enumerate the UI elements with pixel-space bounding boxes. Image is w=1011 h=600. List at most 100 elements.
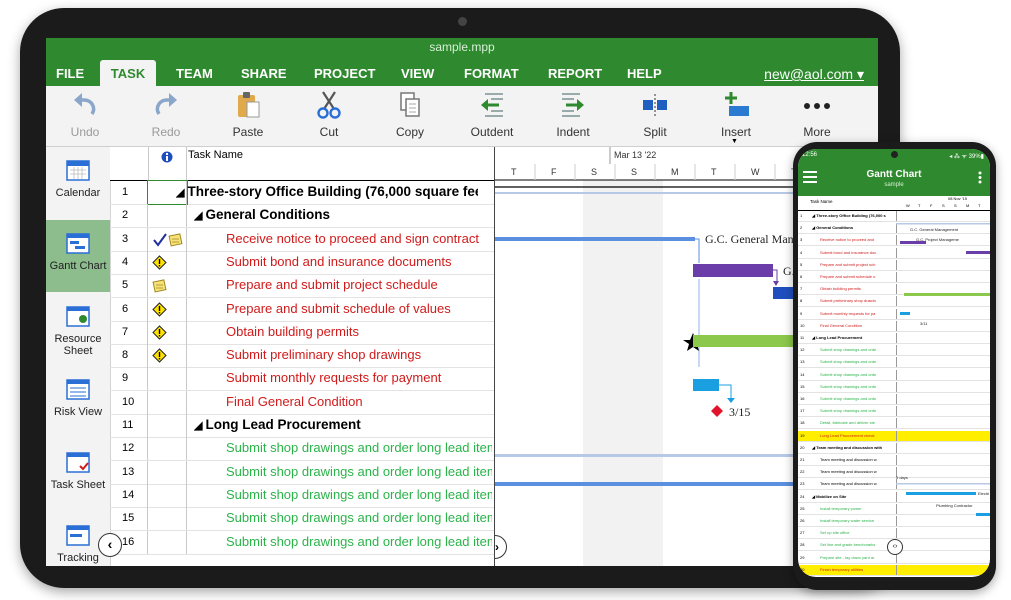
copy-button[interactable]: Copy (375, 86, 445, 146)
phone-row-number: 11 (800, 335, 805, 340)
overflow-menu-icon[interactable] (978, 171, 982, 184)
sidebar-item-risk-view[interactable]: Risk View (46, 366, 110, 438)
table-row[interactable]: 6 Prepare and submit schedule of values (110, 297, 494, 322)
phone-splitter-handle[interactable]: ‹› (887, 539, 903, 555)
account-menu[interactable]: new@aol.com ▾ (764, 66, 864, 83)
table-row[interactable]: 9 Submit monthly requests for payment (110, 367, 494, 392)
task-name[interactable]: Prepare and submit project schedule (226, 274, 492, 297)
task-name[interactable]: Receive notice to proceed and sign contr… (226, 228, 492, 251)
collapse-sidebar-button[interactable]: ‹ (98, 533, 122, 557)
sidebar-item-task-sheet[interactable]: Task Sheet (46, 439, 110, 511)
task-name[interactable]: ◢ General Conditions (194, 204, 478, 227)
sidebar-item-resource-sheet[interactable]: Resource Sheet (46, 293, 110, 365)
task-name[interactable]: Final General Condition (226, 391, 492, 414)
paste-button[interactable]: Paste (213, 86, 283, 146)
task-name[interactable]: Submit monthly requests for payment (226, 367, 492, 390)
tab-task[interactable]: TASK (100, 60, 156, 86)
tracking-icon (66, 525, 90, 546)
task-grid: Task Name 1 ◢ Three-story Office Building… (110, 147, 494, 566)
table-row[interactable]: 4 Submit bond and insurance documents (110, 250, 494, 275)
front-camera (458, 17, 467, 26)
table-row[interactable]: 15 Submit shop drawings and order long le… (110, 507, 494, 532)
split-button[interactable]: Split (620, 86, 690, 146)
tab-help[interactable]: HELP (627, 60, 662, 86)
phone-label-gc-project: G.C. Project Manageme (916, 237, 960, 242)
copy-icon (400, 92, 420, 117)
indicators-header (148, 147, 187, 180)
task-name[interactable]: Submit bond and insurance documents (226, 251, 492, 274)
risk-view-icon (66, 379, 90, 400)
phone-task-name: Submit shop drawings and orde (820, 408, 877, 414)
tab-format[interactable]: FORMAT (464, 60, 519, 86)
table-row[interactable]: 8 Submit preliminary shop drawings (110, 344, 494, 369)
tab-team[interactable]: TEAM (176, 60, 213, 86)
insert-button[interactable]: Insert ▼ (701, 86, 771, 146)
task-name[interactable]: Obtain building permits (226, 321, 492, 344)
task-name-header[interactable]: Task Name (186, 147, 494, 182)
day-label: T (711, 167, 717, 177)
row-number: 15 (110, 507, 148, 531)
task-name[interactable]: Submit shop drawings and order long lead… (226, 507, 492, 530)
tab-share[interactable]: SHARE (241, 60, 287, 86)
task-name[interactable]: Submit preliminary shop drawings (226, 344, 492, 367)
phone-day-label: M (966, 203, 970, 208)
collapse-triangle-icon[interactable]: ◢ (194, 420, 206, 432)
table-row[interactable]: 12 Submit shop drawings and order long le… (110, 437, 494, 462)
sidebar-item-calendar[interactable]: Calendar (46, 147, 110, 219)
sidebar-item-gantt-chart[interactable]: Gantt Chart (46, 220, 110, 292)
task-bar-12 (495, 482, 795, 486)
table-row[interactable]: 14 Submit shop drawings and order long le… (110, 483, 494, 508)
phone-day-label: T (918, 203, 921, 208)
grid-header: Task Name (110, 147, 494, 181)
resource-sheet-icon (66, 306, 90, 327)
task-name[interactable]: Submit shop drawings and order long lead… (226, 437, 492, 460)
collapse-triangle-icon[interactable]: ◢ (194, 210, 206, 222)
task-name-label: Submit shop drawings and order long lead… (226, 533, 492, 549)
indicator-cell (148, 437, 187, 461)
undo-button[interactable]: Undo (50, 86, 120, 146)
task-name[interactable]: ◢ Three-story Office Building (76,000 sq… (176, 181, 478, 204)
tab-project[interactable]: PROJECT (314, 60, 375, 86)
task-name[interactable]: Submit shop drawings and order long lead… (226, 484, 492, 507)
task-name[interactable]: Submit shop drawings and order long lead… (226, 461, 492, 484)
cut-button[interactable]: Cut (294, 86, 364, 146)
phone-task-name: Obtain building permits (820, 286, 861, 292)
table-row[interactable]: 3 Receive notice to proceed and sign cont… (110, 227, 494, 252)
table-row[interactable]: 1 ◢ Three-story Office Building (76,000 s… (110, 180, 494, 205)
indicator-cell (148, 320, 187, 344)
more-button[interactable]: More (782, 86, 852, 146)
task-name-label: Submit shop drawings and order long lead… (226, 510, 492, 526)
table-row[interactable]: 10 Final General Condition (110, 390, 494, 415)
task-name[interactable]: ◢ Long Lead Procurement (194, 414, 478, 437)
task-name-label: Submit shop drawings and order long lead… (226, 463, 492, 479)
tab-view[interactable]: VIEW (401, 60, 434, 86)
outdent-button[interactable]: Outdent (457, 86, 527, 146)
table-row[interactable]: 13 Submit shop drawings and order long le… (110, 460, 494, 485)
calendar-icon (66, 160, 90, 181)
table-row[interactable]: 5 Prepare and submit project schedule (110, 274, 494, 299)
tab-report[interactable]: REPORT (548, 60, 602, 86)
task-name[interactable]: Prepare and submit schedule of values (226, 298, 492, 321)
task-name[interactable]: Submit shop drawings and order long lead… (226, 531, 492, 554)
phone-camera (891, 151, 898, 158)
table-row[interactable]: 2 ◢ General Conditions (110, 204, 494, 229)
indent-button[interactable]: Indent (538, 86, 608, 146)
phone-row-number: 18 (800, 420, 805, 426)
collapse-triangle-icon[interactable]: ◢ (176, 187, 188, 199)
phone-status-time: 12:56 (802, 152, 818, 158)
redo-button[interactable]: Redo (131, 86, 201, 146)
phone-day-label: S (942, 203, 945, 208)
table-row[interactable]: 16 Submit shop drawings and order long le… (110, 530, 494, 555)
table-row[interactable]: 11 ◢ Long Lead Procurement (110, 414, 494, 438)
phone-label-electri: Electri (978, 491, 989, 496)
phone-task-name: Submit monthly requests for pa (820, 310, 876, 316)
indicator-cell (148, 390, 187, 414)
table-row[interactable]: 7 Obtain building permits (110, 320, 494, 345)
week-label: Mar 13 '22 (614, 150, 656, 160)
row-number: 3 (110, 227, 148, 251)
indicator-cell (148, 507, 187, 531)
phone-task-name: Set line and grade benchmarks (820, 542, 876, 548)
task-name-label: Obtain building permits (226, 323, 359, 339)
phone-task-name: Team meeting and discussion w (820, 481, 877, 487)
tab-file[interactable]: FILE (56, 60, 84, 86)
